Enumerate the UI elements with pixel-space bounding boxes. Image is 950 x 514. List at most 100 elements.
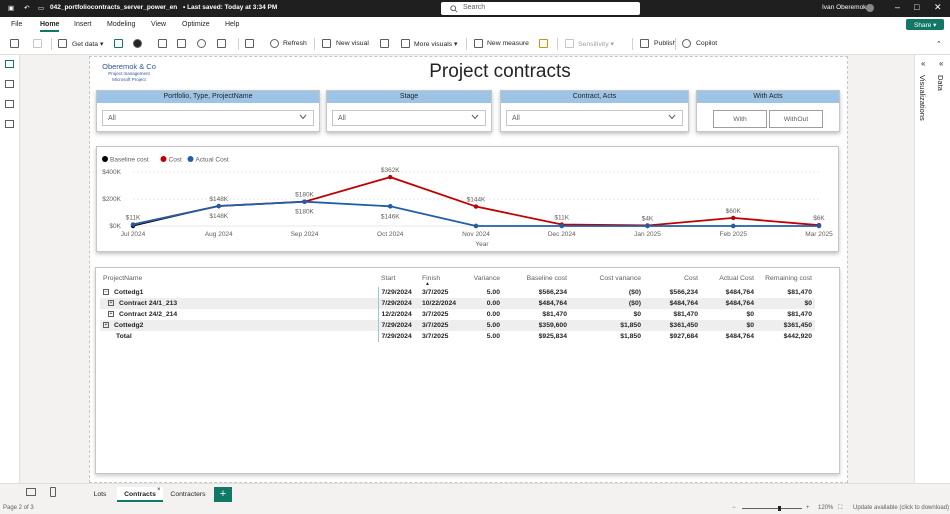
table-row[interactable]: + Cottedg2 7/29/2024 3/7/2025 5.00 $359,6… [100, 320, 815, 331]
save-status[interactable]: • Last saved: Today at 3:34 PM [183, 4, 277, 11]
menu-help[interactable]: Help [225, 21, 239, 28]
slicer-stage-dropdown[interactable]: All [332, 110, 486, 126]
data-point [645, 223, 650, 229]
collapse-data-pane-icon[interactable]: « [939, 59, 943, 68]
format-painter-icon[interactable] [33, 39, 42, 48]
x-tick-label: Feb 2025 [720, 231, 748, 238]
column-header-cost-variance[interactable]: Cost variance [570, 272, 644, 287]
expand-icon[interactable]: + [108, 300, 114, 307]
zoom-in-icon[interactable]: + [806, 505, 810, 511]
data-pane-tab[interactable]: Data [936, 75, 945, 91]
table-view-icon[interactable] [5, 80, 14, 88]
text-box-icon[interactable] [380, 39, 389, 48]
new-visual-button[interactable]: New visual [336, 40, 369, 47]
y-tick-label: $200K [102, 196, 121, 203]
close-tab-icon[interactable]: × [157, 487, 161, 493]
table-row[interactable]: − Cottedg1 7/29/2024 3/7/2025 5.00 $566,2… [100, 287, 815, 298]
publish-button[interactable]: Publish [643, 40, 676, 47]
user-name[interactable]: Ivan Oberemok [822, 4, 866, 11]
data-point [302, 199, 307, 204]
project-matrix[interactable]: ProjectName Start Finish Variance Baseli… [95, 267, 840, 474]
cell-baseline-cost: $81,470 [542, 311, 567, 318]
zoom-out-icon[interactable]: − [732, 505, 736, 511]
page-tab-contracters[interactable]: Contracters [166, 487, 210, 502]
row-name: Contract 24/2_214 [119, 311, 178, 318]
column-header-baseline-cost[interactable]: Baseline cost [503, 272, 570, 287]
undo-icon[interactable]: ↶ [24, 4, 29, 12]
report-view-icon[interactable] [5, 60, 14, 68]
minimize-icon[interactable]: – [895, 2, 900, 12]
legend-label: Cost [169, 157, 183, 164]
page-tab-lots[interactable]: Lots [86, 487, 114, 502]
data-point [130, 222, 136, 227]
with-acts-button[interactable]: With [713, 110, 767, 128]
sort-descending-icon[interactable]: ▲ [425, 281, 430, 287]
cell-finish: 3/7/2025 [422, 289, 449, 296]
quick-measure-icon[interactable] [539, 39, 548, 48]
model-view-icon[interactable] [5, 100, 14, 108]
visualizations-pane-tab[interactable]: Visualizations [918, 75, 927, 121]
maximize-icon[interactable]: □ [914, 2, 919, 12]
share-button[interactable]: Share ▾ [906, 19, 944, 30]
collapse-icon[interactable]: − [103, 289, 109, 296]
without-acts-button[interactable]: WithOut [769, 110, 823, 128]
column-header-cost[interactable]: Cost [644, 272, 701, 287]
onelake-icon[interactable] [133, 39, 142, 48]
slicer-contract-value: All [512, 115, 520, 122]
more-visuals-button[interactable]: More visuals ▾ [414, 40, 457, 48]
expand-icon[interactable]: + [108, 311, 114, 318]
column-header-actual-cost[interactable]: Actual Cost [701, 272, 757, 287]
transform-data-icon[interactable] [245, 39, 254, 48]
menu-optimize[interactable]: Optimize [182, 21, 210, 28]
more-visuals-label: More visuals [414, 41, 453, 48]
column-header-start[interactable]: Start [378, 272, 419, 287]
zoom-slider[interactable] [742, 508, 802, 509]
desktop-layout-icon[interactable] [26, 488, 36, 496]
cell-projectname: − Cottedg1 [100, 287, 378, 298]
get-data-button[interactable]: Get data ▾ [72, 40, 103, 48]
search-input[interactable]: Search [441, 2, 640, 15]
recent-sources-icon[interactable] [217, 39, 226, 48]
zoom-slider-thumb[interactable] [778, 506, 781, 511]
update-available[interactable]: Update available (click to download) [853, 505, 949, 511]
menu-modeling[interactable]: Modeling [107, 21, 135, 28]
slicer-stage-value: All [338, 115, 346, 122]
column-header-variance[interactable]: Variance [463, 272, 503, 287]
column-header-remaining-cost[interactable]: Remaining cost [757, 272, 815, 287]
slicer-stage-header: Stage [327, 91, 491, 103]
cost-line-chart[interactable]: $0K $200K $400K Jul 2024 Aug 2024 Sep 2024 Oct… [96, 146, 839, 252]
close-icon[interactable]: ✕ [934, 2, 942, 13]
add-page-button[interactable]: + [214, 487, 232, 502]
menu-view[interactable]: View [151, 21, 166, 28]
new-measure-button[interactable]: New measure [487, 40, 529, 47]
dataverse-icon[interactable] [197, 39, 206, 48]
sql-icon[interactable] [158, 39, 167, 48]
save-icon[interactable]: ▭ [38, 4, 44, 12]
slicer-contract-dropdown[interactable]: All [506, 110, 683, 126]
side-panes: « Visualizations « Data [914, 55, 950, 503]
collapse-ribbon-icon[interactable]: ⌃ [936, 40, 942, 48]
logo-name: Oberemok & Co [102, 62, 156, 71]
data-label: $11K [554, 215, 569, 222]
avatar[interactable] [866, 4, 874, 12]
excel-icon[interactable] [114, 39, 123, 48]
dax-query-view-icon[interactable] [5, 120, 14, 128]
menu-home[interactable]: Home [40, 21, 60, 32]
mobile-layout-icon[interactable] [50, 487, 56, 497]
table-row[interactable]: + Contract 24/2_214 12/2/2024 3/7/2025 0.… [100, 309, 815, 320]
menu-insert[interactable]: Insert [74, 21, 92, 28]
collapse-pane-icon[interactable]: « [921, 59, 925, 68]
fit-to-page-icon[interactable]: ⛶ [838, 505, 842, 512]
column-header-projectname[interactable]: ProjectName [100, 272, 378, 287]
cell-start: 7/29/2024 [377, 298, 419, 309]
enter-data-icon[interactable] [177, 39, 186, 48]
copilot-button[interactable]: Copilot [696, 40, 717, 47]
expand-icon[interactable]: + [103, 322, 109, 329]
refresh-button[interactable]: Refresh [283, 40, 307, 47]
x-tick-label: Dec 2024 [548, 231, 576, 238]
paste-icon[interactable] [10, 39, 19, 48]
slicer-portfolio-dropdown[interactable]: All [102, 110, 314, 126]
table-row[interactable]: + Contract 24/1_213 7/29/2024 10/22/2024 … [100, 298, 815, 309]
menu-file[interactable]: File [11, 21, 22, 28]
slicer-acts-header: With Acts [697, 91, 839, 103]
